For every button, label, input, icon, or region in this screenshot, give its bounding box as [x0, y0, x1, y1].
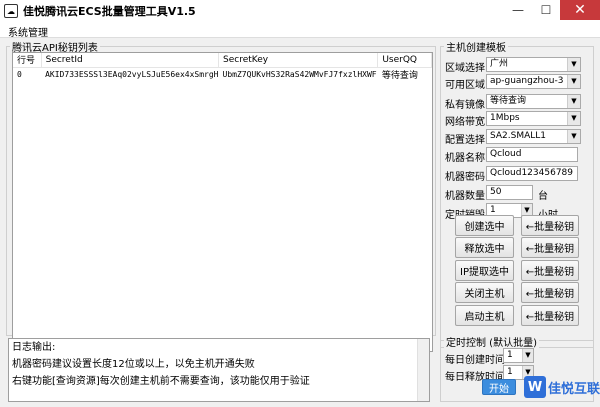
password-label: 机器密码:	[445, 172, 489, 183]
log-output[interactable]: 日志输出: 机器密码建议设置长度12位或以上，以免主机开通失败 右键功能[查询资…	[8, 338, 430, 402]
region-label: 区域选择:	[445, 63, 489, 74]
image-select[interactable]: 等待查询 ▼	[486, 94, 581, 109]
region-value: 广州	[490, 59, 509, 69]
cell-secret-key: UbmZ7QUKvHS32RaS42WMvFJ7fxzlHXWF	[222, 69, 377, 79]
client-area: 系统管理 腾讯云API秘钥列表 行号 SecretId SecretKey Us…	[0, 22, 600, 407]
menu-system[interactable]: 系统管理	[8, 24, 48, 39]
window-title: 佳悦腾讯云ECS批量管理工具V1.5	[23, 5, 196, 18]
config-label: 配置选择:	[445, 135, 489, 146]
release-selected-button[interactable]: 释放选中	[455, 237, 514, 258]
count-input[interactable]: 50	[486, 185, 533, 200]
watermark-logo-icon: W	[524, 376, 546, 398]
zone-label: 可用区域:	[445, 80, 489, 91]
menu-bar: 系统管理	[0, 22, 600, 39]
bandwidth-value: 1Mbps	[490, 113, 520, 123]
col-secret-key[interactable]: SecretKey	[218, 53, 379, 68]
count-unit: 台	[538, 191, 548, 202]
cell-user-qq: 等待查询	[381, 70, 418, 81]
log-scrollbar[interactable]	[417, 339, 429, 401]
name-label: 机器名称:	[445, 153, 489, 164]
table-row[interactable]: 0 AKID733ESSSl3EAq02vyLSJuE56ex4xSmrgH U…	[13, 67, 432, 81]
count-label: 机器数量:	[445, 191, 489, 202]
start-host-button[interactable]: 启动主机	[455, 305, 514, 326]
ip-selected-button[interactable]: IP提取选中	[455, 260, 514, 281]
col-row[interactable]: 行号	[13, 53, 42, 68]
chevron-down-icon: ▼	[567, 130, 580, 143]
window-controls: — ☐ ✕	[504, 0, 600, 20]
region-select[interactable]: 广州 ▼	[486, 57, 581, 72]
timer-value: 1	[490, 205, 496, 215]
watermark-text: 佳悦互联	[548, 381, 600, 397]
bandwidth-select[interactable]: 1Mbps ▼	[486, 111, 581, 126]
batch-key-button[interactable]: ←批量秘钥	[521, 282, 579, 303]
bandwidth-label: 网络带宽:	[445, 117, 489, 128]
password-input[interactable]: Qcloud123456789	[486, 166, 578, 181]
config-value: SA2.SMALL1	[490, 131, 547, 141]
chevron-down-icon: ▼	[522, 349, 533, 362]
name-input[interactable]: Qcloud	[486, 147, 578, 162]
minimize-button[interactable]: —	[504, 0, 532, 20]
image-value: 等待查询	[490, 96, 527, 106]
zone-select[interactable]: ap-guangzhou-3 ▼	[486, 74, 581, 89]
chevron-down-icon: ▼	[567, 95, 580, 108]
template-label: 主机创建模板	[444, 39, 508, 54]
create-time-value: 1	[507, 350, 513, 360]
create-selected-button[interactable]: 创建选中	[455, 215, 514, 236]
chevron-down-icon: ▼	[567, 112, 580, 125]
batch-key-button[interactable]: ←批量秘钥	[521, 260, 579, 281]
maximize-button[interactable]: ☐	[532, 0, 560, 20]
log-line: 机器密码建议设置长度12位或以上，以免主机开通失败	[12, 359, 255, 370]
close-button[interactable]: ✕	[560, 0, 600, 20]
chevron-down-icon: ▼	[567, 75, 580, 88]
batch-key-button[interactable]: ←批量秘钥	[521, 237, 579, 258]
batch-key-button[interactable]: ←批量秘钥	[521, 215, 579, 236]
create-time-label: 每日创建时间:	[445, 355, 509, 366]
log-line: 右键功能[查询资源]每次创建主机前不需要查询，该功能仅用于验证	[12, 376, 310, 387]
config-select[interactable]: SA2.SMALL1 ▼	[486, 129, 581, 144]
batch-key-button[interactable]: ←批量秘钥	[521, 305, 579, 326]
title-bar: ☁ 佳悦腾讯云ECS批量管理工具V1.5 — ☐ ✕	[0, 0, 600, 22]
cell-secret-id: AKID733ESSSl3EAq02vyLSJuE56ex4xSmrgH	[45, 69, 219, 79]
cell-row: 0	[17, 69, 22, 79]
cloud-app-icon: ☁	[4, 4, 18, 18]
schedule-label: 定时控制 (默认批量)	[444, 334, 539, 349]
zone-value: ap-guangzhou-3	[490, 76, 564, 86]
chevron-down-icon: ▼	[567, 58, 580, 71]
watermark: W 佳悦互联	[524, 376, 600, 398]
release-time-value: 1	[507, 367, 513, 377]
col-user-qq[interactable]: UserQQ	[377, 53, 432, 68]
table-header: 行号 SecretId SecretKey UserQQ	[13, 53, 432, 68]
start-button[interactable]: 开始	[482, 379, 516, 395]
image-label: 私有镜像:	[445, 100, 489, 111]
col-secret-id[interactable]: SecretId	[41, 53, 220, 68]
create-time-select[interactable]: 1 ▼	[503, 348, 534, 363]
log-title: 日志输出:	[12, 342, 56, 353]
key-table[interactable]: 行号 SecretId SecretKey UserQQ 0 AKID733ES…	[12, 52, 433, 352]
shutdown-button[interactable]: 关闭主机	[455, 282, 514, 303]
